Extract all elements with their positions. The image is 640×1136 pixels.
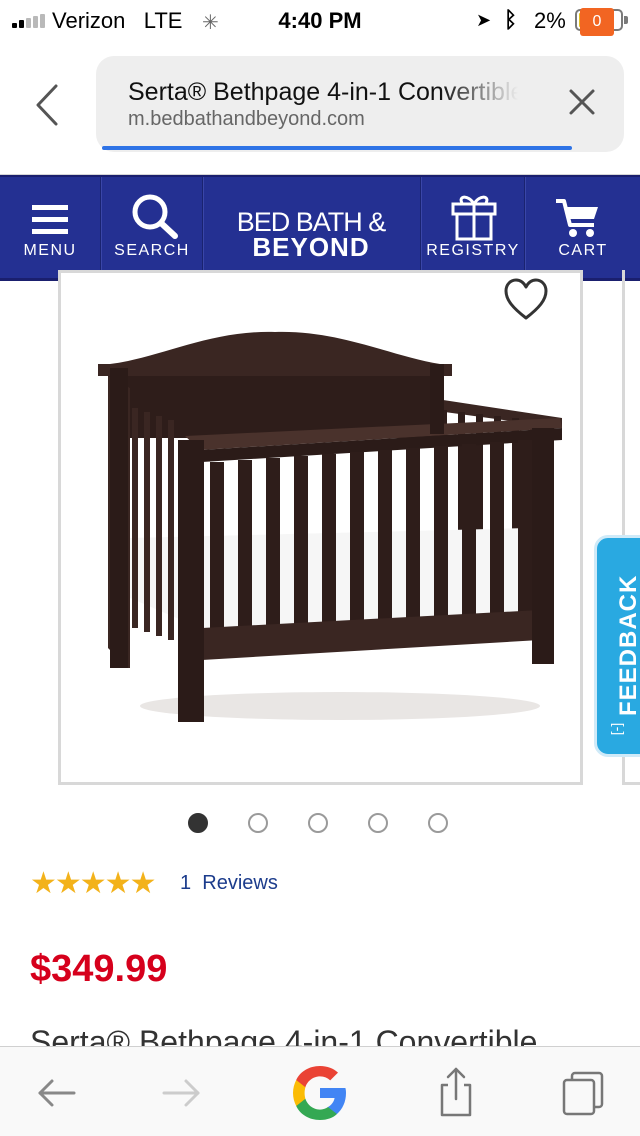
search-label: SEARCH [114,242,190,259]
browser-url-area: Serta® Bethpage 4-in-1 Convertible Crib … [0,40,640,175]
cart-button[interactable]: CART [526,177,640,278]
feedback-tab[interactable]: [-] FEEDBACK [594,535,640,757]
registry-label: REGISTRY [426,242,520,259]
menu-label: MENU [23,242,77,259]
logo-line-2: BEYOND [252,232,370,262]
reviews-label: Reviews [202,872,278,894]
reviews-link[interactable]: 1 Reviews [180,872,278,895]
forward-arrow-icon[interactable] [152,1063,212,1123]
cart-label: CART [558,242,608,259]
registry-button[interactable]: REGISTRY [422,177,524,278]
back-arrow-icon[interactable] [26,1063,86,1123]
close-icon[interactable] [566,86,598,118]
page-host: m.bedbathandbeyond.com [128,108,365,130]
pagination-dot[interactable] [428,813,448,833]
browser-toolbar [0,1046,640,1136]
pagination-dot[interactable] [248,813,268,833]
feedback-label: FEEDBACK [615,574,640,716]
site-header: MENU SEARCH BED BATH & BEYOND REGISTRY C… [0,175,640,281]
battery-percent: 2% [534,8,566,33]
search-button[interactable]: SEARCH [102,177,202,278]
search-icon [132,194,178,239]
pagination-dot[interactable] [188,813,208,833]
cart-icon [556,199,598,237]
pagination-dot[interactable] [308,813,328,833]
bluetooth-icon: ᛒ [504,7,518,32]
wishlist-heart-icon[interactable] [503,278,549,322]
page-load-progress-bar [102,146,572,150]
status-bar: Verizon LTE ✳ 4:40 PM ➤ ᛒ 2% [0,0,640,40]
page-title: Serta® Bethpage 4-in-1 Convertible Crib [128,78,518,106]
product-image[interactable] [90,328,570,728]
google-icon[interactable] [288,1061,352,1125]
pagination-dot[interactable] [368,813,388,833]
tabs-icon[interactable] [554,1063,614,1123]
address-bar[interactable]: Serta® Bethpage 4-in-1 Convertible Crib … [96,56,624,152]
bed-bath-beyond-logo[interactable]: BED BATH & BEYOND [204,177,418,278]
review-count: 1 [180,872,192,894]
rating-stars: ★★★★★ [30,867,156,900]
feedback-collapse[interactable]: [-] [608,723,624,735]
product-price: $349.99 [30,948,168,990]
cart-count-badge: 0 [580,8,614,36]
back-chevron-icon[interactable] [30,80,70,130]
gift-icon [451,195,497,241]
location-arrow-icon: ➤ [476,10,492,30]
share-icon[interactable] [426,1063,486,1123]
menu-icon [32,205,68,234]
menu-button[interactable]: MENU [0,177,100,278]
